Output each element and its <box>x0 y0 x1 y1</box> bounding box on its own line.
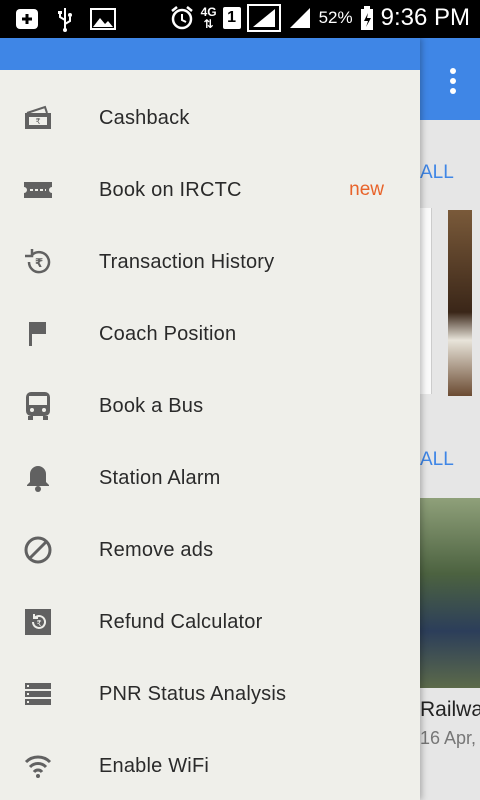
menu-item-station-alarm[interactable]: Station Alarm <box>0 442 420 514</box>
clock-time: 9:36 PM <box>380 4 470 31</box>
menu-item-coach-position[interactable]: Coach Position <box>0 298 420 370</box>
news-image[interactable] <box>420 498 480 688</box>
rupee-history-icon: ₹ <box>22 246 54 278</box>
menu-item-refund-calculator[interactable]: ₹ Refund Calculator <box>0 586 420 658</box>
menu-item-label: Station Alarm <box>99 466 221 489</box>
menu-item-label: Coach Position <box>99 322 237 345</box>
wifi-icon <box>22 750 54 782</box>
new-badge: new <box>349 179 384 200</box>
menu-item-label: Cashback <box>99 106 190 129</box>
signal-icon <box>287 5 313 31</box>
bus-icon <box>22 390 54 422</box>
storage-icon <box>22 678 54 710</box>
usb-icon <box>52 6 78 32</box>
view-all-link[interactable]: ALL <box>420 162 454 184</box>
svg-text:₹: ₹ <box>36 619 41 628</box>
menu-item-pnr-status-analysis[interactable]: PNR Status Analysis <box>0 658 420 730</box>
bell-icon <box>22 462 54 494</box>
cashback-icon: ₹ <box>22 102 54 134</box>
battery-charging-icon <box>359 5 375 31</box>
signal-icon <box>246 4 281 32</box>
block-icon <box>22 534 54 566</box>
menu-item-label: PNR Status Analysis <box>99 682 287 705</box>
network-type: 4G ⇅ <box>200 5 217 31</box>
more-options-icon[interactable] <box>450 68 456 94</box>
menu-item-label: Refund Calculator <box>99 610 263 633</box>
card-image[interactable] <box>448 210 472 396</box>
drawer-menu: ₹ Cashback Book on IRCTC new ₹ Transacti… <box>0 82 420 800</box>
menu-item-label: Remove ads <box>99 538 214 561</box>
news-date: 16 Apr, <box>420 728 477 748</box>
navigation-drawer: ₹ Cashback Book on IRCTC new ₹ Transacti… <box>0 38 420 800</box>
content-card[interactable] <box>420 208 432 394</box>
notification-plus-icon <box>14 6 40 32</box>
refund-icon: ₹ <box>22 606 54 638</box>
menu-item-transaction-history[interactable]: ₹ Transaction History <box>0 226 420 298</box>
view-all-link[interactable]: ALL <box>420 449 454 471</box>
image-icon <box>90 6 116 32</box>
sim-slot-badge: 1 <box>222 7 241 29</box>
svg-text:₹: ₹ <box>35 256 43 270</box>
menu-item-book-irctc[interactable]: Book on IRCTC new <box>0 154 420 226</box>
menu-item-cashback[interactable]: ₹ Cashback <box>0 82 420 154</box>
menu-item-book-bus[interactable]: Book a Bus <box>0 370 420 442</box>
ticket-icon <box>22 174 54 206</box>
alarm-icon <box>169 5 195 31</box>
news-title[interactable]: Railwa <box>420 698 480 722</box>
menu-item-remove-ads[interactable]: Remove ads <box>0 514 420 586</box>
menu-item-label: Book on IRCTC <box>99 178 242 201</box>
flag-icon <box>22 318 54 350</box>
svg-text:₹: ₹ <box>35 117 40 126</box>
menu-item-label: Book a Bus <box>99 394 204 417</box>
menu-item-label: Transaction History <box>99 250 275 273</box>
drawer-header <box>0 38 420 70</box>
menu-item-label: Enable WiFi <box>99 754 210 777</box>
status-bar: 4G ⇅ 1 52% 9:36 PM <box>0 0 480 38</box>
battery-percent: 52% <box>318 8 353 27</box>
menu-item-enable-wifi[interactable]: Enable WiFi <box>0 730 420 800</box>
